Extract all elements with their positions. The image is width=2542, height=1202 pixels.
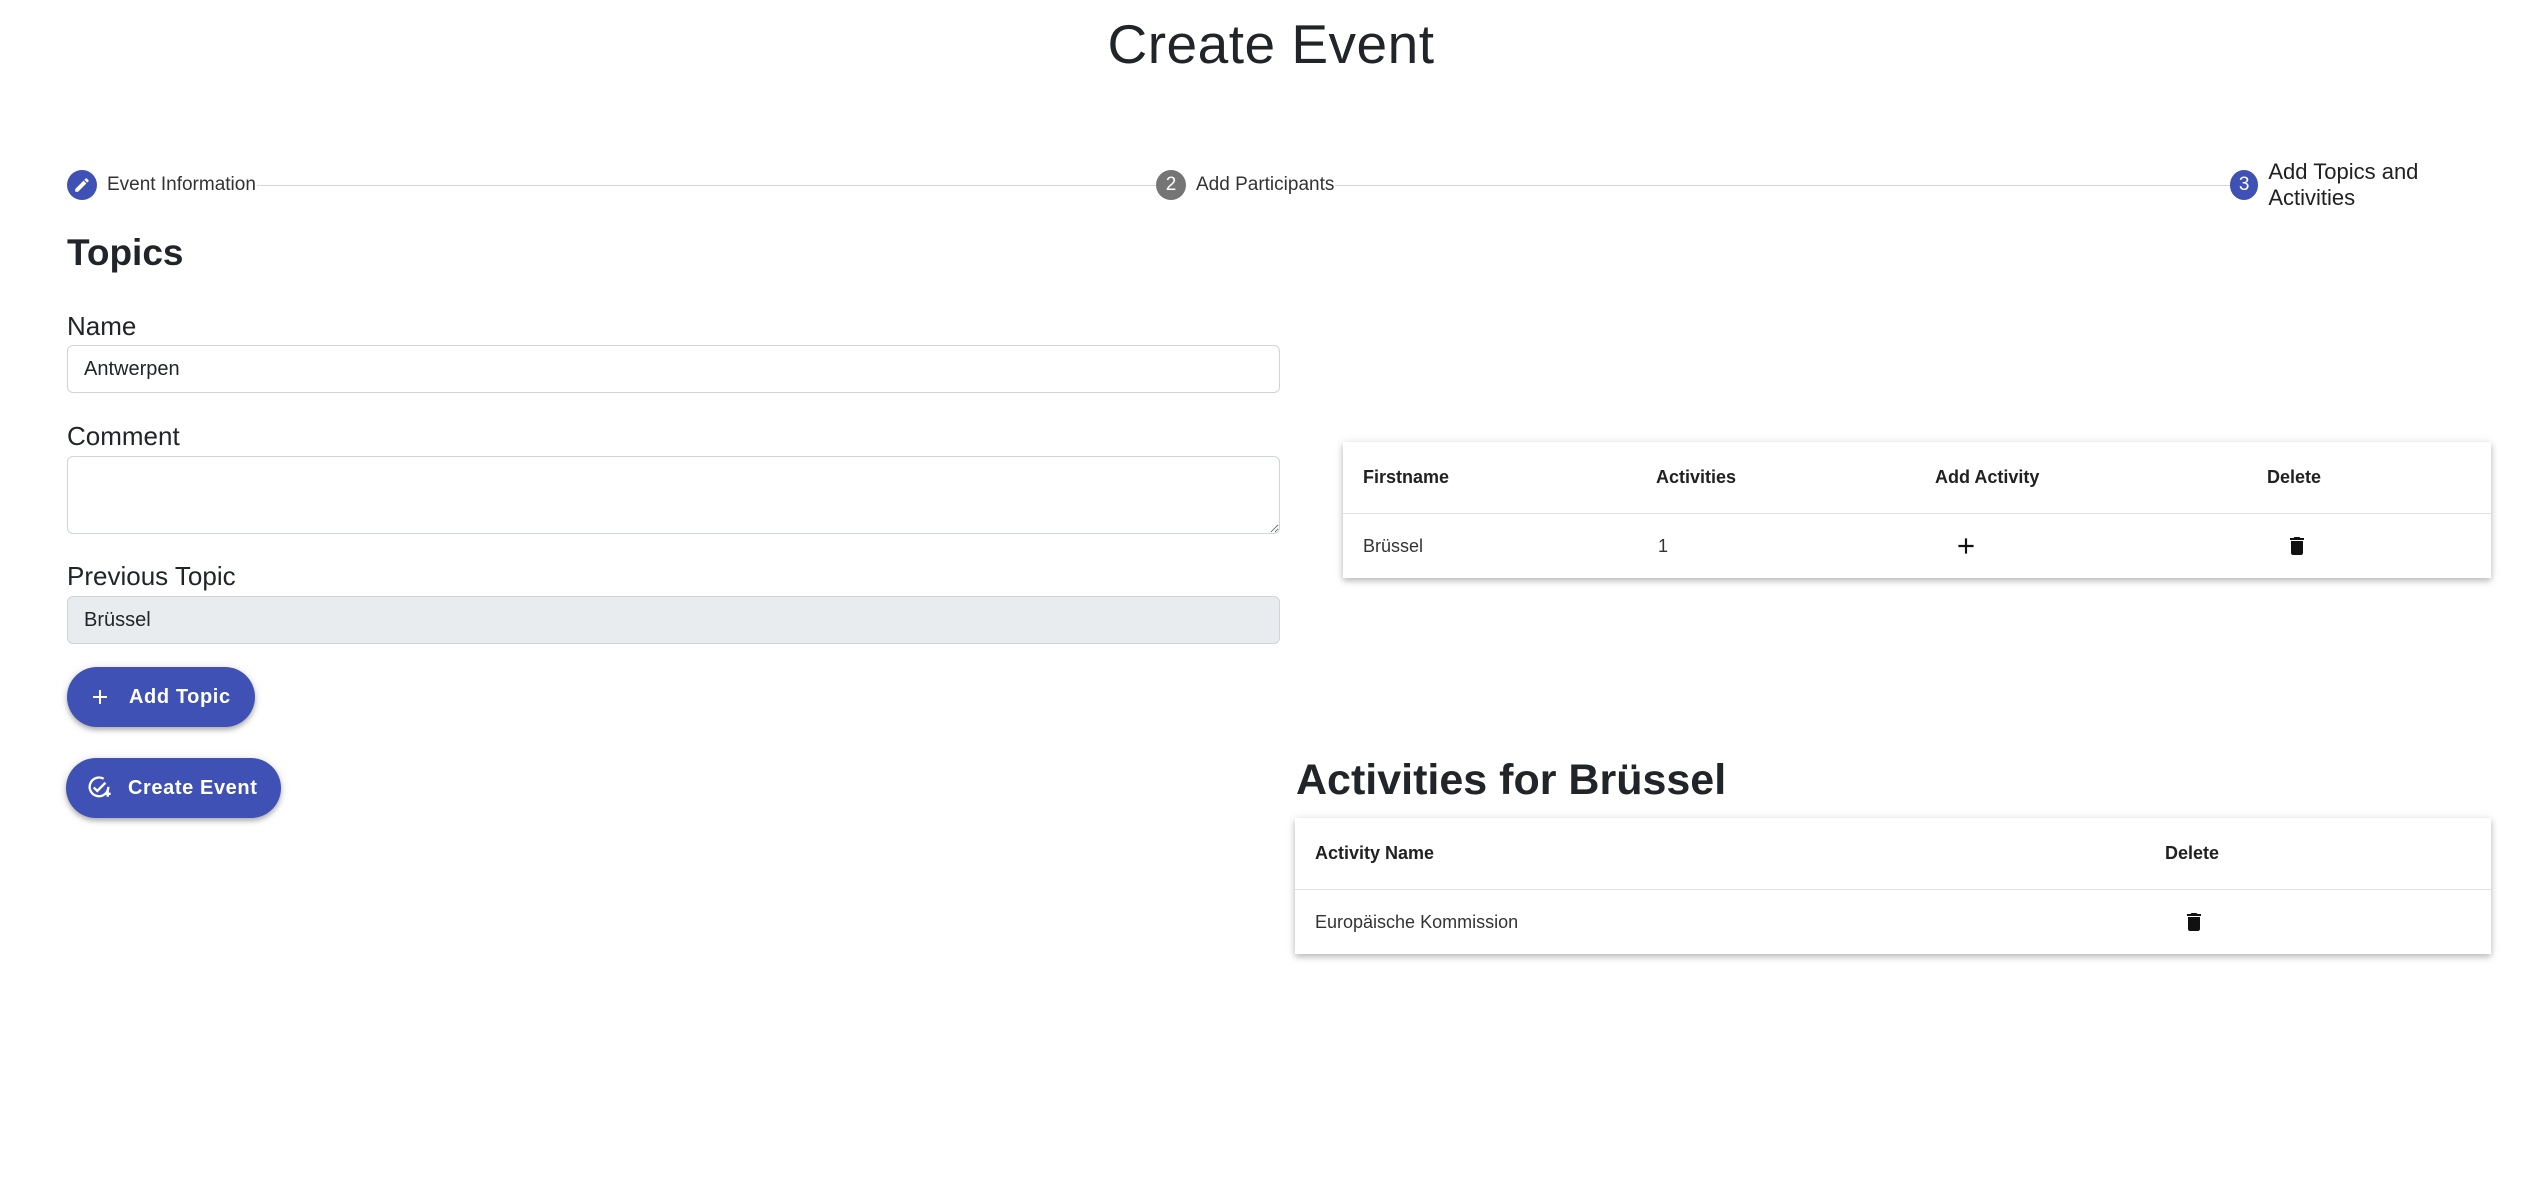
table-row[interactable]: Europäische Kommission xyxy=(1295,890,2491,954)
table-header-row: Firstname Activities Add Activity Delete xyxy=(1343,442,2491,514)
name-input[interactable] xyxy=(67,345,1280,393)
table-row[interactable]: Brüssel 1 xyxy=(1343,514,2491,578)
step-label: Add Topics and Activities xyxy=(2268,159,2419,210)
create-event-button[interactable]: Create Event xyxy=(66,758,282,818)
plus-icon xyxy=(85,682,115,712)
column-header: Firstname xyxy=(1363,467,1450,487)
column-header: Delete xyxy=(2267,467,2322,487)
trash-icon xyxy=(2187,913,2201,931)
event-check-icon xyxy=(84,773,114,803)
add-topic-button[interactable]: Add Topic xyxy=(67,667,255,727)
step-number: 2 xyxy=(1156,170,1186,200)
previous-topic-input xyxy=(67,596,1280,644)
column-header: Activity Name xyxy=(1315,843,1435,863)
page-title: Create Event xyxy=(1107,13,1435,75)
step-label: Add Participants xyxy=(1196,174,1335,195)
previous-topic-label: Previous Topic xyxy=(67,561,236,591)
trash-icon xyxy=(2290,537,2304,555)
step-add-topics-activities[interactable]: 3 Add Topics and Activities xyxy=(2230,159,2497,210)
plus-icon xyxy=(1958,538,1974,554)
activities-title: Activities for Brüssel xyxy=(1296,756,1727,804)
comment-textarea[interactable] xyxy=(67,456,1280,534)
step-label: Event Information xyxy=(107,174,256,195)
comment-label: Comment xyxy=(67,421,180,451)
create-event-label: Create Event xyxy=(128,776,258,799)
activities-count-cell: 1 xyxy=(1658,535,1669,556)
stepper: Event Information 2 Add Participants 3 A… xyxy=(67,159,2497,210)
step-connector xyxy=(257,185,1157,186)
step-number: 3 xyxy=(2230,170,2259,200)
table-header-row: Activity Name Delete xyxy=(1295,818,2491,890)
pencil-icon xyxy=(67,170,97,200)
step-event-information[interactable]: Event Information xyxy=(67,170,256,200)
column-header: Add Activity xyxy=(1935,467,2040,487)
topic-name-cell: Brüssel xyxy=(1363,535,1424,556)
activity-name-cell: Europäische Kommission xyxy=(1315,911,1519,932)
add-activity-button[interactable] xyxy=(1949,529,1983,563)
step-connector xyxy=(1335,185,2235,186)
topics-title: Topics xyxy=(67,232,184,273)
column-header: Delete xyxy=(2165,843,2220,863)
delete-activity-button[interactable] xyxy=(2177,905,2211,939)
add-topic-label: Add Topic xyxy=(129,685,231,708)
topics-table: Firstname Activities Add Activity Delete… xyxy=(1343,442,2491,578)
name-label: Name xyxy=(67,311,137,341)
column-header: Activities xyxy=(1656,467,1737,487)
step-add-participants[interactable]: 2 Add Participants xyxy=(1156,170,1334,200)
delete-topic-button[interactable] xyxy=(2280,529,2314,563)
activities-table: Activity Name Delete Europäische Kommiss… xyxy=(1295,818,2491,954)
